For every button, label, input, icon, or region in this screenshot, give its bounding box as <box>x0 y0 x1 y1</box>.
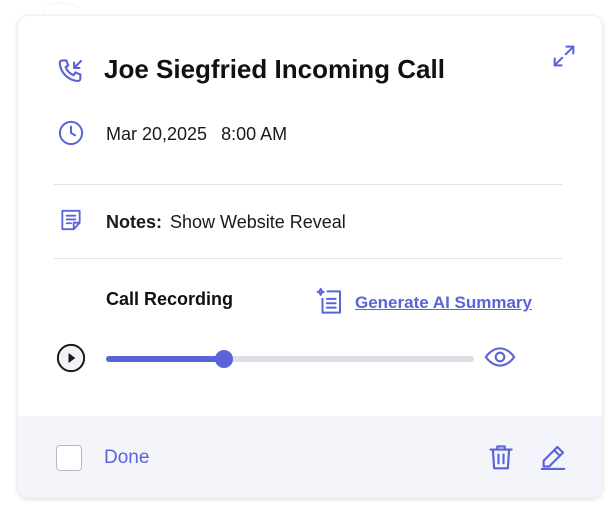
notes-label: Notes: <box>106 212 163 232</box>
done-checkbox[interactable] <box>56 445 82 471</box>
notes-icon <box>58 207 84 233</box>
expand-icon[interactable] <box>550 42 578 70</box>
done-label[interactable]: Done <box>104 447 149 469</box>
ai-summary-icon[interactable] <box>315 287 345 317</box>
trash-icon[interactable] <box>486 442 516 472</box>
notes-value: Show Website Reveal <box>170 212 346 232</box>
eye-icon[interactable] <box>484 342 516 372</box>
pencil-icon[interactable] <box>538 442 568 472</box>
divider-2 <box>54 258 562 259</box>
clock-icon <box>57 119 85 147</box>
notes-row: Notes: Show Website Reveal <box>106 212 346 233</box>
call-time: 8:00 AM <box>221 124 288 144</box>
play-icon[interactable] <box>56 343 86 373</box>
call-recording-title: Call Recording <box>106 289 234 309</box>
phone-incoming-icon <box>56 56 86 86</box>
recording-progress-track[interactable] <box>106 350 474 368</box>
call-title: Joe Siegfried Incoming Call <box>104 54 445 84</box>
recording-progress-fill <box>106 356 224 362</box>
divider-1 <box>54 184 562 185</box>
card-footer: Done <box>18 416 602 498</box>
generate-ai-summary-link[interactable]: Generate AI Summary <box>355 293 532 313</box>
call-detail-card: Joe Siegfried Incoming Call Mar 20,2025 8… <box>18 16 602 498</box>
recording-progress-thumb[interactable] <box>214 350 233 368</box>
call-datetime: Mar 20,2025 8:00 AM <box>106 124 287 145</box>
call-date: Mar 20,2025 <box>106 124 208 144</box>
